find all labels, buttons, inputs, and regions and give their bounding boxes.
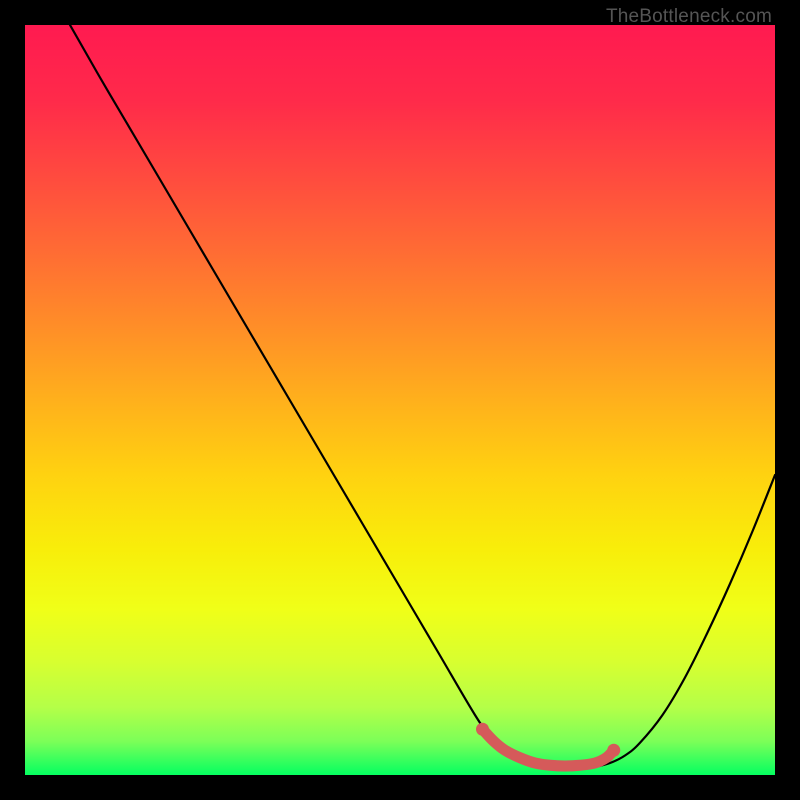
plot-area [25, 25, 775, 775]
chart-container: TheBottleneck.com [0, 0, 800, 800]
chart-svg [25, 25, 775, 775]
bottleneck-curve [70, 25, 775, 768]
marker-endpoint [607, 744, 620, 757]
marker-endpoint [476, 723, 489, 736]
optimal-range-marker [483, 729, 614, 766]
